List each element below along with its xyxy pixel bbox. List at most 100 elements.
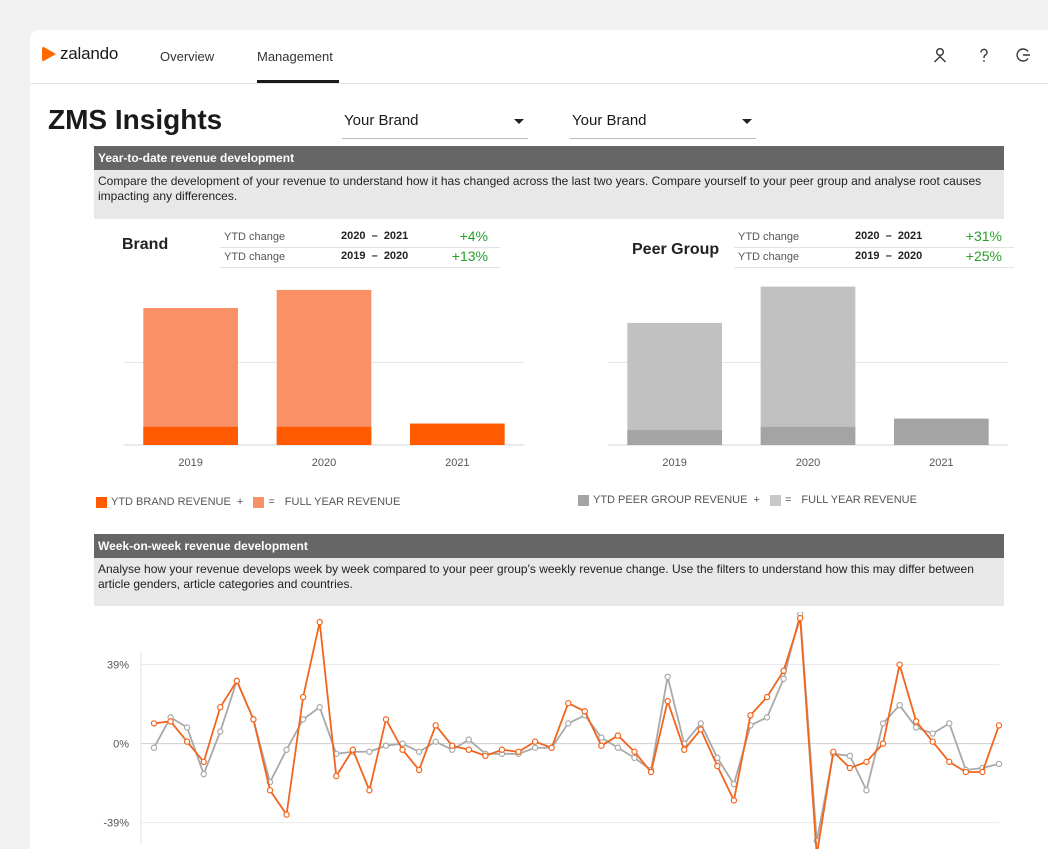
peer-point	[946, 720, 953, 727]
brand-point	[250, 716, 257, 723]
wow-section-title: Week-on-week revenue development	[94, 534, 1004, 558]
peer-point	[714, 754, 721, 762]
brand-select-primary[interactable]: Your Brand	[342, 110, 528, 139]
brand-point	[150, 720, 158, 727]
y-tick-label: -39%	[103, 818, 129, 830]
legend-swatch-brand-full	[253, 496, 265, 508]
peer-point	[730, 780, 738, 788]
brand-point	[399, 746, 406, 753]
peer-point	[995, 760, 1003, 768]
peer-point	[912, 724, 920, 731]
peer-revenue-bar-chart: 2019 2020 2021	[608, 286, 1008, 469]
peer-point	[598, 734, 605, 741]
brand-point	[730, 797, 738, 804]
brand-chart-heading: Brand	[122, 236, 169, 253]
ytd-label: YTD change	[738, 251, 800, 263]
ytd-years: 2020 – 2021	[855, 230, 923, 242]
brand-select-value: Your Brand	[572, 112, 647, 129]
tab-overview[interactable]: Overview	[160, 49, 214, 64]
peer-point	[316, 704, 323, 711]
peer-point	[200, 770, 207, 778]
peer-point	[929, 730, 936, 737]
peer-point	[432, 738, 439, 745]
brand-point	[863, 758, 870, 766]
peer-chart-heading: Peer Group	[632, 241, 720, 258]
peer-point	[283, 746, 290, 753]
peer-point	[697, 720, 704, 727]
y-tick-label: 0%	[113, 739, 129, 751]
brand-point	[598, 742, 605, 749]
brand-point	[763, 693, 771, 701]
brand-point	[664, 697, 671, 705]
peer-point	[299, 716, 307, 723]
peer-point	[780, 675, 787, 683]
wow-section-description: Analyse how your revenue develops week b…	[94, 558, 1004, 606]
brand-legend: YTD BRAND REVENUE + = FULL YEAR REVENUE	[96, 496, 400, 508]
brand-point	[366, 787, 373, 794]
ytd-years: 2019 – 2020	[855, 250, 923, 262]
x-tick-label: 2019	[178, 457, 202, 469]
peer-point	[183, 724, 191, 731]
x-tick-label: 2021	[929, 457, 953, 469]
brand-point	[896, 661, 903, 668]
chevron-down-icon	[514, 119, 524, 124]
ytd-row: YTD change 2020 – 2021 +31%	[734, 228, 1014, 248]
peer-ytd-bar-2019	[627, 430, 722, 445]
brand-point	[995, 722, 1003, 729]
chevron-down-icon	[742, 119, 752, 124]
ytd-change: +13%	[451, 248, 488, 264]
brand-select-compare[interactable]: Your Brand	[570, 110, 756, 139]
logout-icon[interactable]	[1013, 45, 1033, 65]
legend-equals: =	[784, 494, 792, 506]
x-tick-label: 2020	[796, 457, 820, 469]
zalando-logo[interactable]: zalando	[42, 44, 118, 64]
brand-point	[482, 752, 489, 760]
user-icon[interactable]	[930, 45, 950, 65]
ytd-row: YTD change 2020 – 2021 +4%	[220, 228, 500, 248]
app-window: zalando Overview Management ZMS Insights…	[30, 30, 1048, 849]
brand-point	[929, 738, 936, 745]
ytd-change: +31%	[965, 228, 1002, 244]
brand-point	[631, 748, 638, 755]
brand-point	[217, 704, 224, 711]
brand-point	[531, 738, 539, 745]
peer-full-year-bar-2019	[627, 322, 722, 445]
ytd-label: YTD change	[224, 231, 286, 243]
brand-point	[349, 746, 357, 753]
brand-point	[846, 764, 854, 772]
peer-point	[664, 673, 671, 681]
legend-label: FULL YEAR REVENUE	[284, 496, 401, 508]
peer-point	[465, 736, 473, 743]
brand-point	[565, 699, 572, 707]
x-tick-label: 2021	[445, 457, 469, 469]
brand-point	[714, 762, 721, 770]
ytd-section-description: Compare the development of your revenue …	[94, 170, 1004, 219]
brand-point	[266, 787, 274, 794]
peer-point	[217, 728, 224, 735]
brand-point	[780, 667, 787, 674]
peer-point	[896, 701, 903, 709]
peer-point	[150, 744, 158, 751]
brand-point	[283, 811, 290, 818]
brand-point	[449, 742, 456, 749]
tab-management[interactable]: Management	[257, 49, 333, 64]
brand-point	[167, 718, 174, 725]
page-title: ZMS Insights	[48, 104, 223, 135]
brand-point	[647, 768, 655, 776]
help-icon[interactable]	[974, 45, 994, 65]
ytd-section-title: Year-to-date revenue development	[94, 146, 1004, 170]
peer-point	[631, 754, 638, 762]
brand-point	[979, 768, 986, 776]
brand-point	[515, 748, 522, 755]
legend-label: FULL YEAR REVENUE	[801, 494, 917, 506]
top-nav: zalando Overview Management	[30, 30, 1048, 84]
ytd-row: YTD change 2019 – 2020 +25%	[734, 248, 1014, 268]
peer-ytd-bar-2020	[760, 426, 856, 445]
brand-point	[333, 772, 340, 780]
brand-point	[912, 718, 920, 725]
brand-point	[432, 722, 439, 729]
ytd-years: 2020 – 2021	[341, 230, 409, 242]
brand-point	[200, 758, 207, 766]
brand-revenue-bar-chart: 2019 2020 2021	[124, 289, 524, 469]
brand-point	[946, 758, 953, 766]
